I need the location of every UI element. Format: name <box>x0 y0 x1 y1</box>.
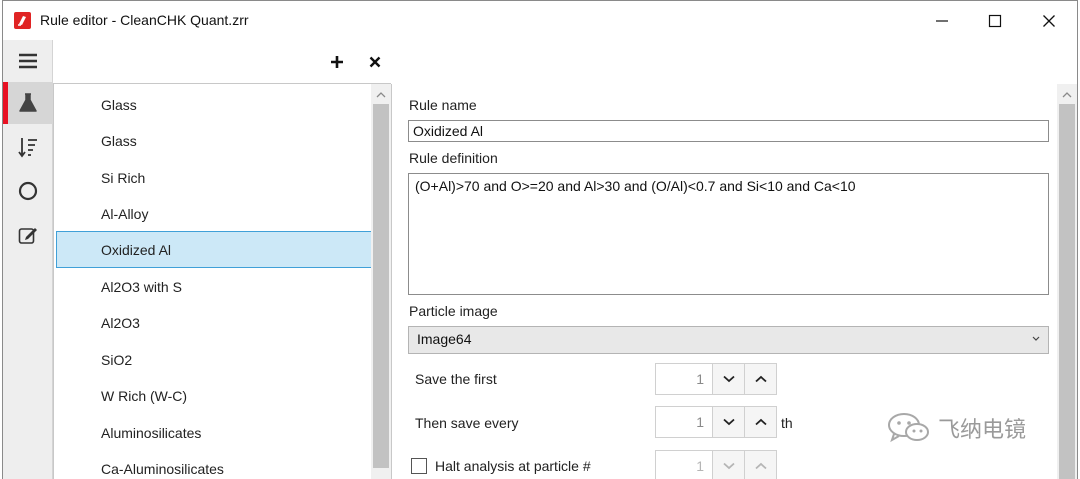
maximize-button[interactable] <box>981 7 1009 35</box>
rule-definition-textarea[interactable]: (O+Al)>70 and O>=20 and Al>30 and (O/Al)… <box>408 173 1049 295</box>
save-first-increment-button[interactable] <box>744 364 776 394</box>
window-title: Rule editor - CleanCHK Quant.zrr <box>40 12 249 28</box>
rail-item-circle[interactable] <box>3 170 53 212</box>
menu-button[interactable] <box>3 40 53 82</box>
particle-image-select[interactable]: Image64 <box>408 326 1049 354</box>
hamburger-menu-icon <box>19 53 37 69</box>
save-every-suffix: th <box>781 415 793 431</box>
save-first-stepper[interactable]: 1 <box>655 363 777 395</box>
detail-scrollbar[interactable] <box>1057 84 1077 479</box>
sort-descending-icon <box>18 138 37 158</box>
particle-image-label: Particle image <box>409 303 498 319</box>
halt-particle-value[interactable]: 1 <box>656 451 712 479</box>
chevron-down-icon <box>1032 336 1040 341</box>
maximize-icon <box>988 14 1002 28</box>
wechat-icon <box>888 413 929 443</box>
chevron-up-icon <box>1062 92 1072 98</box>
save-every-value[interactable]: 1 <box>656 407 712 437</box>
rule-list-item[interactable]: Glass <box>56 86 372 123</box>
x-icon <box>369 56 381 68</box>
particle-image-selected-value: Image64 <box>417 331 472 347</box>
rule-editor-window: Rule editor - CleanCHK Quant.zrr Glass G… <box>2 0 1078 479</box>
edit-icon <box>18 228 37 244</box>
halt-analysis-label: Halt analysis at particle # <box>435 458 591 474</box>
rule-name-label: Rule name <box>409 97 477 113</box>
delete-rule-button[interactable] <box>365 52 385 72</box>
save-every-decrement-button[interactable] <box>712 407 744 437</box>
rail-item-rules[interactable] <box>3 82 53 124</box>
rail-item-sort[interactable] <box>3 126 53 168</box>
minimize-button[interactable] <box>928 7 956 35</box>
chevron-up-icon <box>754 462 767 470</box>
chevron-down-icon <box>722 462 735 470</box>
rule-list-item[interactable]: Aluminosilicates <box>56 414 372 451</box>
chevron-up-icon <box>754 375 767 383</box>
rule-list-item[interactable]: W Rich (W-C) <box>56 377 372 414</box>
save-first-decrement-button[interactable] <box>712 364 744 394</box>
rule-list-item[interactable]: Glass <box>56 122 372 159</box>
save-every-stepper[interactable]: 1 <box>655 406 777 438</box>
rule-list-scroll-thumb[interactable] <box>373 104 389 468</box>
rule-name-input[interactable]: Oxidized Al <box>408 120 1049 142</box>
rule-list-item[interactable]: Al2O3 <box>56 304 372 341</box>
save-first-label: Save the first <box>415 371 497 387</box>
detail-scroll-thumb[interactable] <box>1059 104 1075 479</box>
scroll-up-arrow[interactable] <box>371 86 391 104</box>
watermark-text: 飞纳电镜 <box>938 418 1027 443</box>
rule-definition-label: Rule definition <box>409 150 498 166</box>
halt-decrement-button[interactable] <box>712 451 744 479</box>
watermark: 飞纳电镜 <box>886 412 1026 444</box>
rule-list-item[interactable]: SiO2 <box>56 341 372 378</box>
flask-icon <box>19 93 37 112</box>
add-rule-button[interactable] <box>327 52 347 72</box>
rule-list-toolbar <box>53 40 391 84</box>
chevron-down-icon <box>722 375 735 383</box>
halt-particle-stepper[interactable]: 1 <box>655 450 777 479</box>
rule-list-item[interactable]: Al2O3 with S <box>56 268 372 305</box>
detail-scroll-up-arrow[interactable] <box>1057 86 1077 104</box>
chevron-up-icon <box>376 92 386 98</box>
close-window-button[interactable] <box>1035 7 1063 35</box>
minimize-icon <box>936 20 948 22</box>
rule-list-item[interactable]: Ca-Aluminosilicates <box>56 450 372 479</box>
close-icon <box>1043 15 1055 27</box>
save-first-value[interactable]: 1 <box>656 364 712 394</box>
rule-list-item[interactable]: Si Rich <box>56 159 372 196</box>
app-logo-icon <box>14 12 31 29</box>
navigation-rail <box>3 40 53 479</box>
halt-increment-button[interactable] <box>744 451 776 479</box>
rail-item-edit[interactable] <box>3 214 53 256</box>
save-every-label: Then save every <box>415 415 519 431</box>
plus-icon <box>331 56 343 68</box>
halt-analysis-checkbox[interactable] <box>411 458 427 474</box>
rule-list: Glass Glass Si Rich Al-Alloy Oxidized Al… <box>53 84 373 479</box>
rule-list-scrollbar[interactable] <box>371 84 391 479</box>
rule-list-item[interactable]: Al-Alloy <box>56 195 372 232</box>
chevron-down-icon <box>722 418 735 426</box>
chevron-up-icon <box>754 418 767 426</box>
rule-list-item-selected[interactable]: Oxidized Al <box>56 231 372 268</box>
title-bar: Rule editor - CleanCHK Quant.zrr <box>3 1 1077 40</box>
circle-icon <box>18 181 38 201</box>
save-every-increment-button[interactable] <box>744 407 776 437</box>
